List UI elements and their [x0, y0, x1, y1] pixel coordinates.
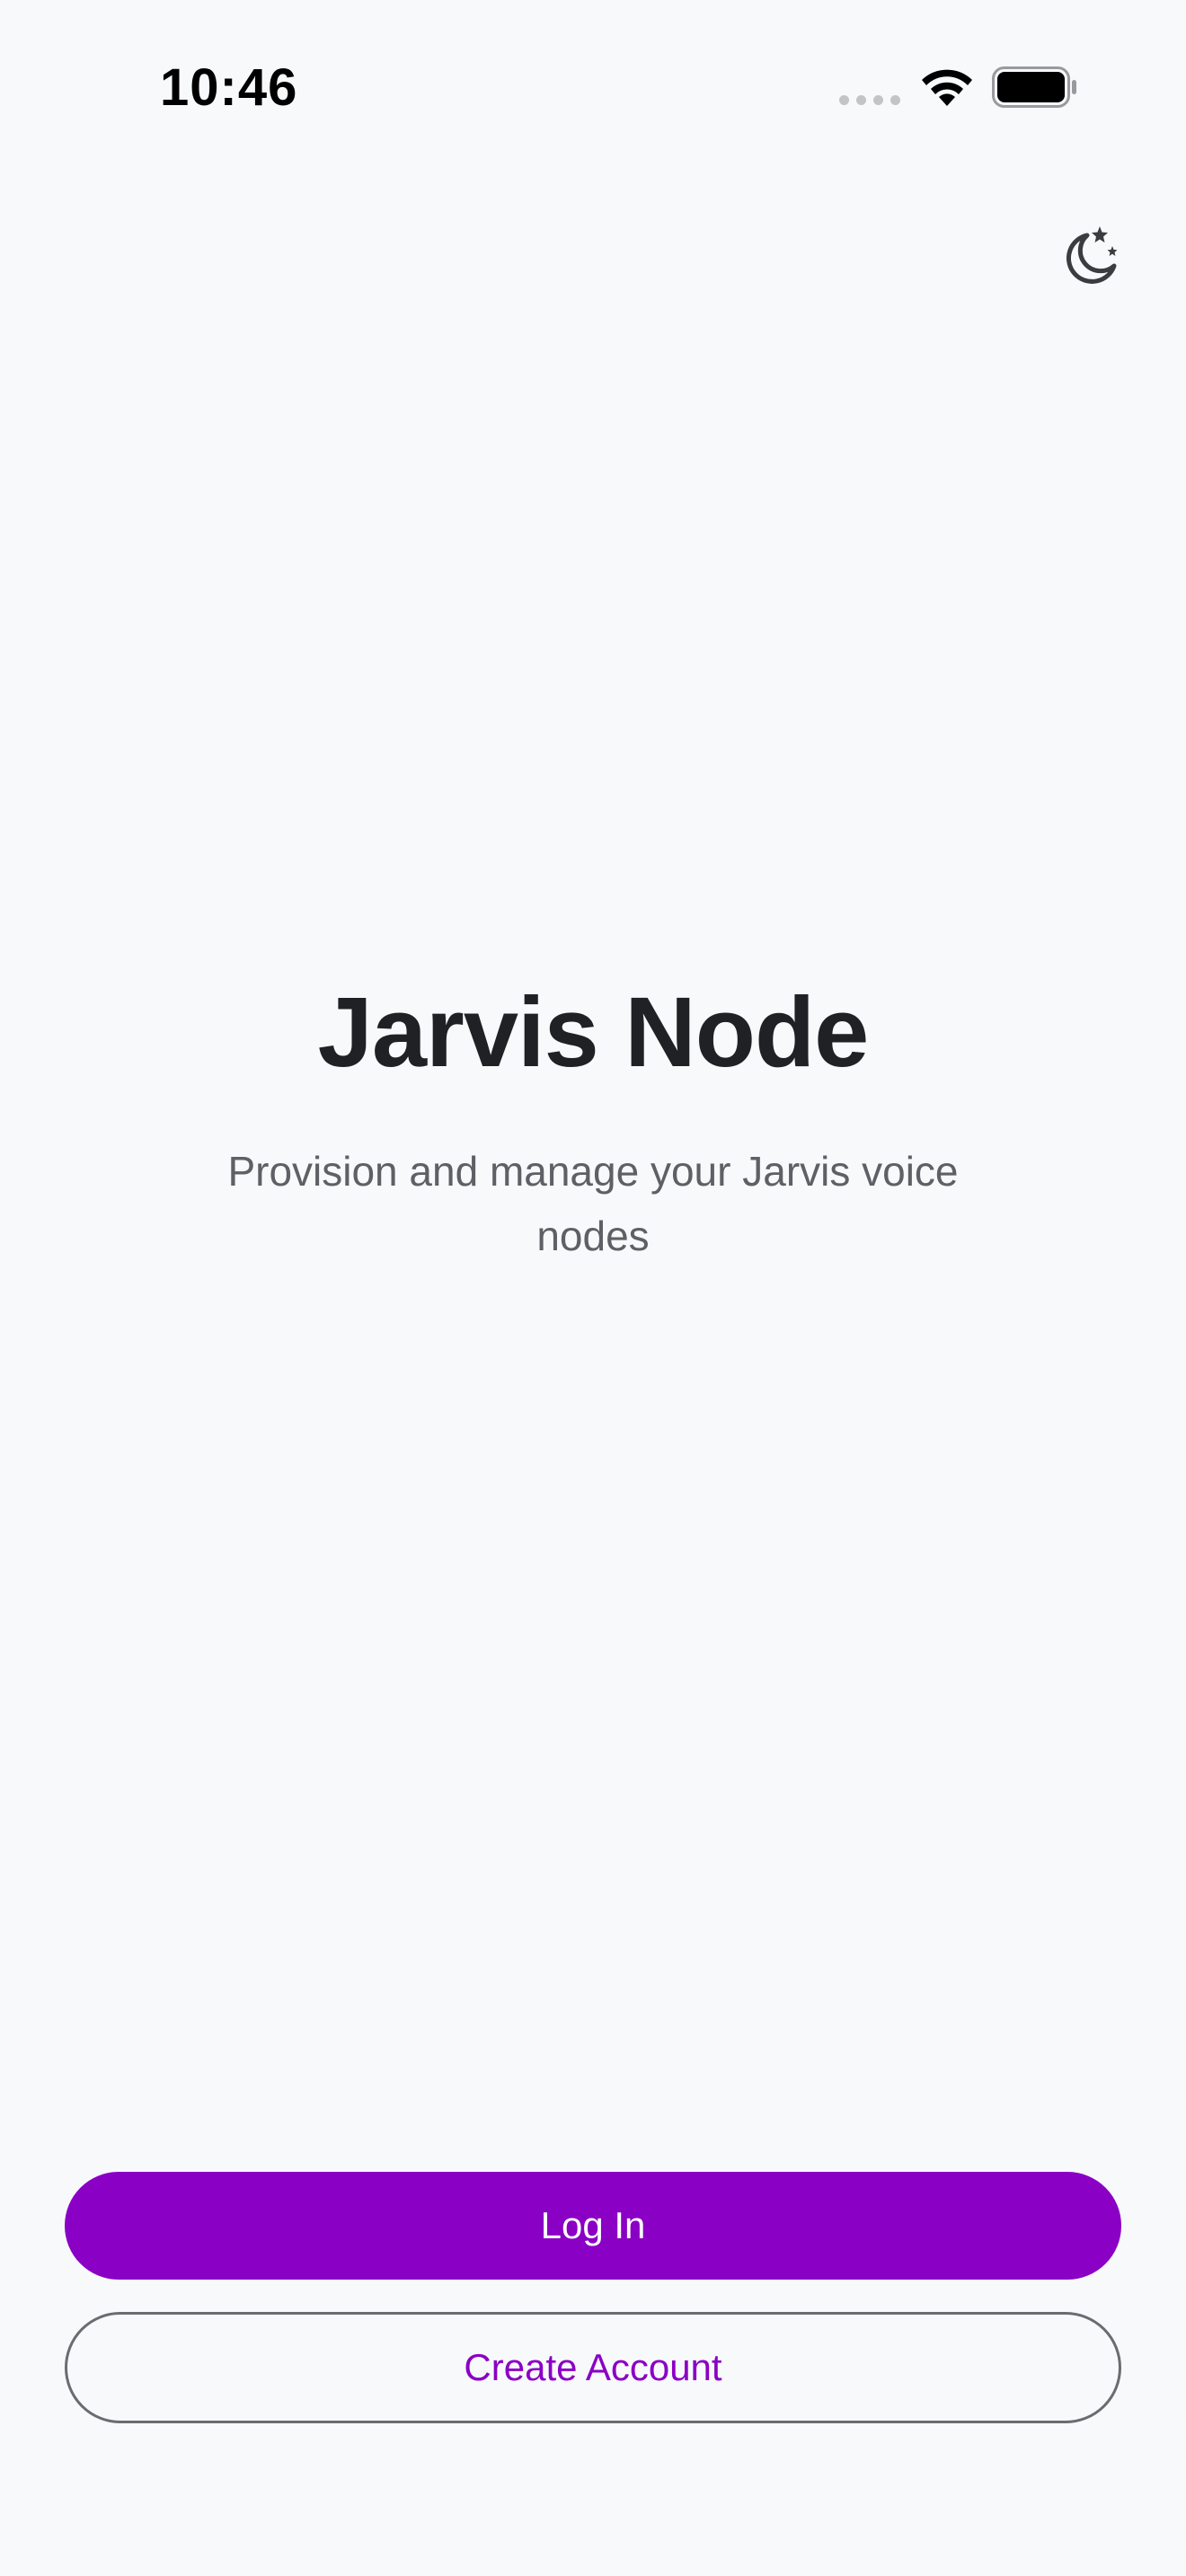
app-title: Jarvis Node: [317, 977, 870, 1088]
theme-toggle-button[interactable]: [1060, 225, 1123, 287]
moon-stars-icon: [1067, 226, 1118, 284]
app-subtitle: Provision and manage your Jarvis voice n…: [227, 1148, 959, 1259]
create-account-button[interactable]: Create Account: [65, 2312, 1121, 2423]
cellular-signal-icon: [839, 93, 902, 106]
status-bar: 10:46: [0, 0, 1186, 180]
hero-section: Jarvis Node Provision and manage your Ja…: [0, 970, 1186, 1268]
login-button[interactable]: Log In: [65, 2172, 1121, 2280]
battery-icon: [992, 66, 1076, 108]
wifi-icon: [922, 69, 972, 106]
status-time: 10:46: [160, 58, 298, 117]
